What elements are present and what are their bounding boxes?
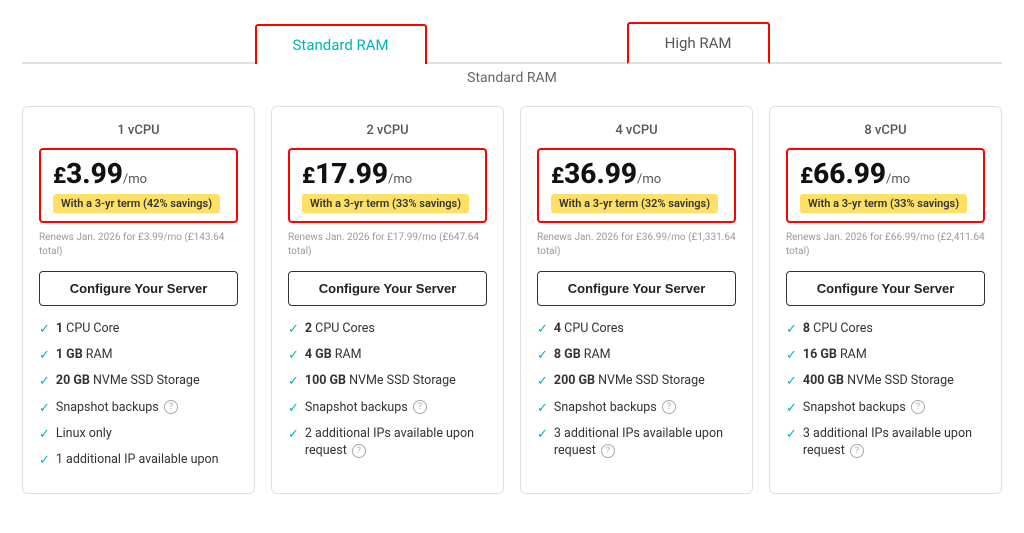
check-icon: ✓ (786, 426, 797, 444)
check-icon: ✓ (786, 347, 797, 365)
configure-button[interactable]: Configure Your Server (39, 271, 238, 306)
feature-item: ✓ 20 GB NVMe SSD Storage (39, 372, 238, 391)
info-icon[interactable]: ? (164, 400, 178, 414)
check-icon: ✓ (537, 347, 548, 365)
configure-button[interactable]: Configure Your Server (288, 271, 487, 306)
feature-item: ✓ 200 GB NVMe SSD Storage (537, 372, 736, 391)
check-icon: ✓ (786, 321, 797, 339)
check-icon: ✓ (39, 347, 50, 365)
tab-high-ram[interactable]: High RAM (627, 22, 770, 64)
savings-badge: With a 3-yr term (42% savings) (53, 188, 224, 213)
price-box: £3.99/mo With a 3-yr term (42% savings) (39, 148, 238, 223)
feature-item: ✓ Snapshot backups ? (39, 399, 238, 418)
price-display: £36.99/mo (551, 160, 722, 188)
feature-item: ✓ 4 CPU Cores (537, 320, 736, 339)
tab-standard-ram[interactable]: Standard RAM (255, 24, 427, 64)
feature-list: ✓ 8 CPU Cores ✓ 16 GB RAM ✓ 400 GB NVMe … (786, 320, 985, 460)
feature-list: ✓ 1 CPU Core ✓ 1 GB RAM ✓ 20 GB NVMe SSD… (39, 320, 238, 470)
renew-text: Renews Jan. 2026 for £66.99/mo (£2,411.6… (786, 231, 985, 259)
savings-badge: With a 3-yr term (33% savings) (800, 188, 971, 213)
price-display: £3.99/mo (53, 160, 224, 188)
check-icon: ✓ (288, 426, 299, 444)
price-display: £66.99/mo (800, 160, 971, 188)
vcpu-label: 8 vCPU (786, 123, 985, 138)
check-icon: ✓ (537, 373, 548, 391)
check-icon: ✓ (288, 400, 299, 418)
info-icon[interactable]: ? (413, 400, 427, 414)
plan-card-3: 8 vCPU £66.99/mo With a 3-yr term (33% s… (769, 106, 1002, 494)
feature-item: ✓ 8 CPU Cores (786, 320, 985, 339)
feature-item: ✓ 1 CPU Core (39, 320, 238, 339)
savings-badge: With a 3-yr term (32% savings) (551, 188, 722, 213)
check-icon: ✓ (786, 373, 797, 391)
price-box: £66.99/mo With a 3-yr term (33% savings) (786, 148, 985, 223)
check-icon: ✓ (39, 452, 50, 470)
check-icon: ✓ (537, 426, 548, 444)
check-icon: ✓ (288, 347, 299, 365)
renew-text: Renews Jan. 2026 for £36.99/mo (£1,331.6… (537, 231, 736, 259)
vcpu-label: 4 vCPU (537, 123, 736, 138)
feature-item: ✓ 2 additional IPs available upon reques… (288, 425, 487, 460)
vcpu-label: 2 vCPU (288, 123, 487, 138)
feature-item: ✓ 1 additional IP available upon (39, 451, 238, 470)
feature-item: ✓ 100 GB NVMe SSD Storage (288, 372, 487, 391)
feature-item: ✓ Snapshot backups ? (288, 399, 487, 418)
info-icon[interactable]: ? (601, 444, 615, 458)
check-icon: ✓ (537, 321, 548, 339)
plan-card-2: 4 vCPU £36.99/mo With a 3-yr term (32% s… (520, 106, 753, 494)
info-icon[interactable]: ? (352, 444, 366, 458)
info-icon[interactable]: ? (850, 444, 864, 458)
feature-item: ✓ Snapshot backups ? (537, 399, 736, 418)
feature-list: ✓ 4 CPU Cores ✓ 8 GB RAM ✓ 200 GB NVMe S… (537, 320, 736, 460)
feature-item: ✓ 3 additional IPs available upon reques… (786, 425, 985, 460)
vcpu-label: 1 vCPU (39, 123, 238, 138)
plans-grid: 1 vCPU £3.99/mo With a 3-yr term (42% sa… (22, 106, 1002, 494)
plan-card-1: 2 vCPU £17.99/mo With a 3-yr term (33% s… (271, 106, 504, 494)
feature-item: ✓ 1 GB RAM (39, 346, 238, 365)
renew-text: Renews Jan. 2026 for £17.99/mo (£647.64 … (288, 231, 487, 259)
feature-item: ✓ 400 GB NVMe SSD Storage (786, 372, 985, 391)
savings-badge: With a 3-yr term (33% savings) (302, 188, 473, 213)
check-icon: ✓ (39, 373, 50, 391)
feature-item: ✓ 8 GB RAM (537, 346, 736, 365)
feature-item: ✓ 4 GB RAM (288, 346, 487, 365)
renew-text: Renews Jan. 2026 for £3.99/mo (£143.64 t… (39, 231, 238, 259)
configure-button[interactable]: Configure Your Server (537, 271, 736, 306)
feature-item: ✓ Snapshot backups ? (786, 399, 985, 418)
check-icon: ✓ (39, 400, 50, 418)
feature-item: ✓ 3 additional IPs available upon reques… (537, 425, 736, 460)
price-box: £36.99/mo With a 3-yr term (32% savings) (537, 148, 736, 223)
check-icon: ✓ (537, 400, 548, 418)
price-display: £17.99/mo (302, 160, 473, 188)
check-icon: ✓ (786, 400, 797, 418)
check-icon: ✓ (288, 321, 299, 339)
feature-item: ✓ 16 GB RAM (786, 346, 985, 365)
section-label: Standard RAM (20, 70, 1004, 86)
info-icon[interactable]: ? (911, 400, 925, 414)
check-icon: ✓ (288, 373, 299, 391)
plan-card-0: 1 vCPU £3.99/mo With a 3-yr term (42% sa… (22, 106, 255, 494)
check-icon: ✓ (39, 426, 50, 444)
feature-item: ✓ Linux only (39, 425, 238, 444)
info-icon[interactable]: ? (662, 400, 676, 414)
feature-list: ✓ 2 CPU Cores ✓ 4 GB RAM ✓ 100 GB NVMe S… (288, 320, 487, 460)
price-box: £17.99/mo With a 3-yr term (33% savings) (288, 148, 487, 223)
configure-button[interactable]: Configure Your Server (786, 271, 985, 306)
check-icon: ✓ (39, 321, 50, 339)
feature-item: ✓ 2 CPU Cores (288, 320, 487, 339)
